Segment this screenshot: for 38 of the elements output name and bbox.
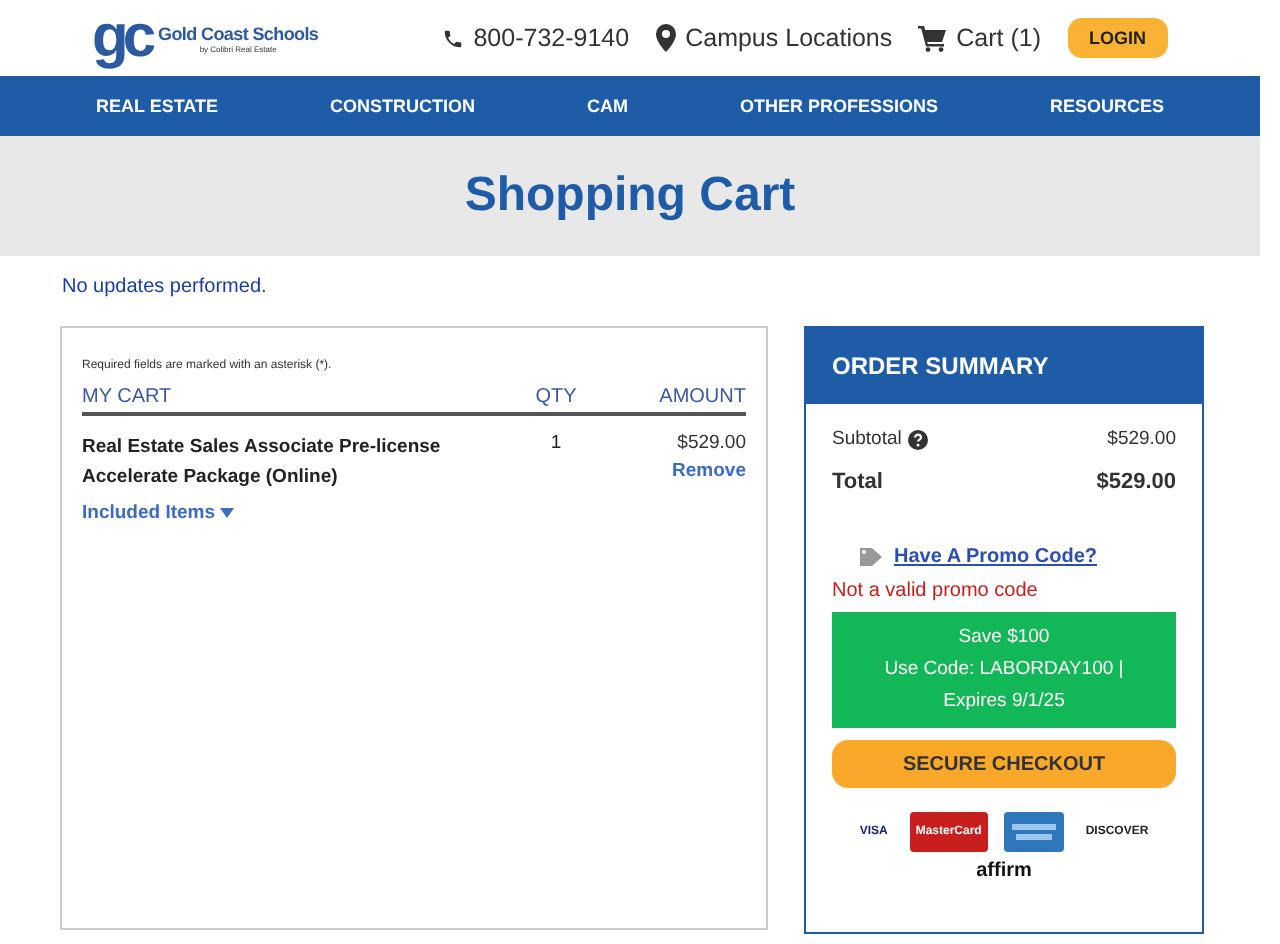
- quantity: 1: [548, 432, 564, 458]
- login-button[interactable]: LOGIN: [1067, 18, 1168, 58]
- phone-icon: [441, 27, 464, 49]
- card-logo-icon: [1003, 812, 1064, 852]
- total-label: Total: [832, 470, 883, 494]
- column-header: QTY: [533, 386, 579, 408]
- cart-icon: [918, 25, 947, 51]
- cart-link[interactable]: Cart (1): [956, 24, 1041, 52]
- status-message: No updates performed.: [62, 276, 267, 298]
- secure-checkout-button[interactable]: SECURE CHECKOUT: [832, 740, 1176, 788]
- logo-mark[interactable]: gc: [92, 12, 151, 64]
- map-pin-icon: [655, 24, 676, 52]
- nav-link[interactable]: REAL ESTATE: [96, 96, 219, 116]
- promo-error: Not a valid promo code: [832, 580, 1040, 602]
- remove-link[interactable]: Remove: [672, 460, 746, 482]
- total-value: $529.00: [1096, 470, 1176, 494]
- logo-name: Gold Coast Schools: [158, 23, 319, 43]
- nav-link[interactable]: OTHER PROFESSIONS: [739, 96, 938, 116]
- affirm-logo: affirm: [974, 860, 1034, 882]
- nav-link[interactable]: CAM: [586, 96, 628, 116]
- campus-locations-link[interactable]: Campus Locations: [685, 24, 893, 52]
- item-amount: $529.00: [677, 432, 746, 454]
- promo-code-link[interactable]: Have A Promo Code?: [894, 546, 1097, 568]
- phone-number[interactable]: 800-732-9140: [473, 24, 630, 52]
- included-items-toggle[interactable]: Included Items: [82, 502, 234, 524]
- column-header: AMOUNT: [657, 386, 746, 408]
- subtotal-value: $529.00: [1107, 428, 1176, 450]
- subtotal-label: Subtotal: [832, 428, 902, 450]
- help-icon[interactable]: [907, 429, 928, 449]
- caret-icon: [219, 508, 234, 518]
- nav-link[interactable]: CONSTRUCTION: [330, 96, 475, 116]
- tag-icon: [860, 548, 882, 566]
- summary-title: ORDER SUMMARY: [806, 328, 1202, 404]
- page-title: Shopping Cart: [464, 168, 796, 224]
- column-header: MY CART: [82, 386, 174, 408]
- promo-banner: Save $100 Use Code: LABORDAY100 | Expires 9/1/25: [832, 612, 1176, 728]
- product-name: Real Estate Sales Associate Pre-license Accelerate Package (Online): [82, 434, 443, 492]
- nav-link[interactable]: RESOURCES: [1049, 96, 1164, 116]
